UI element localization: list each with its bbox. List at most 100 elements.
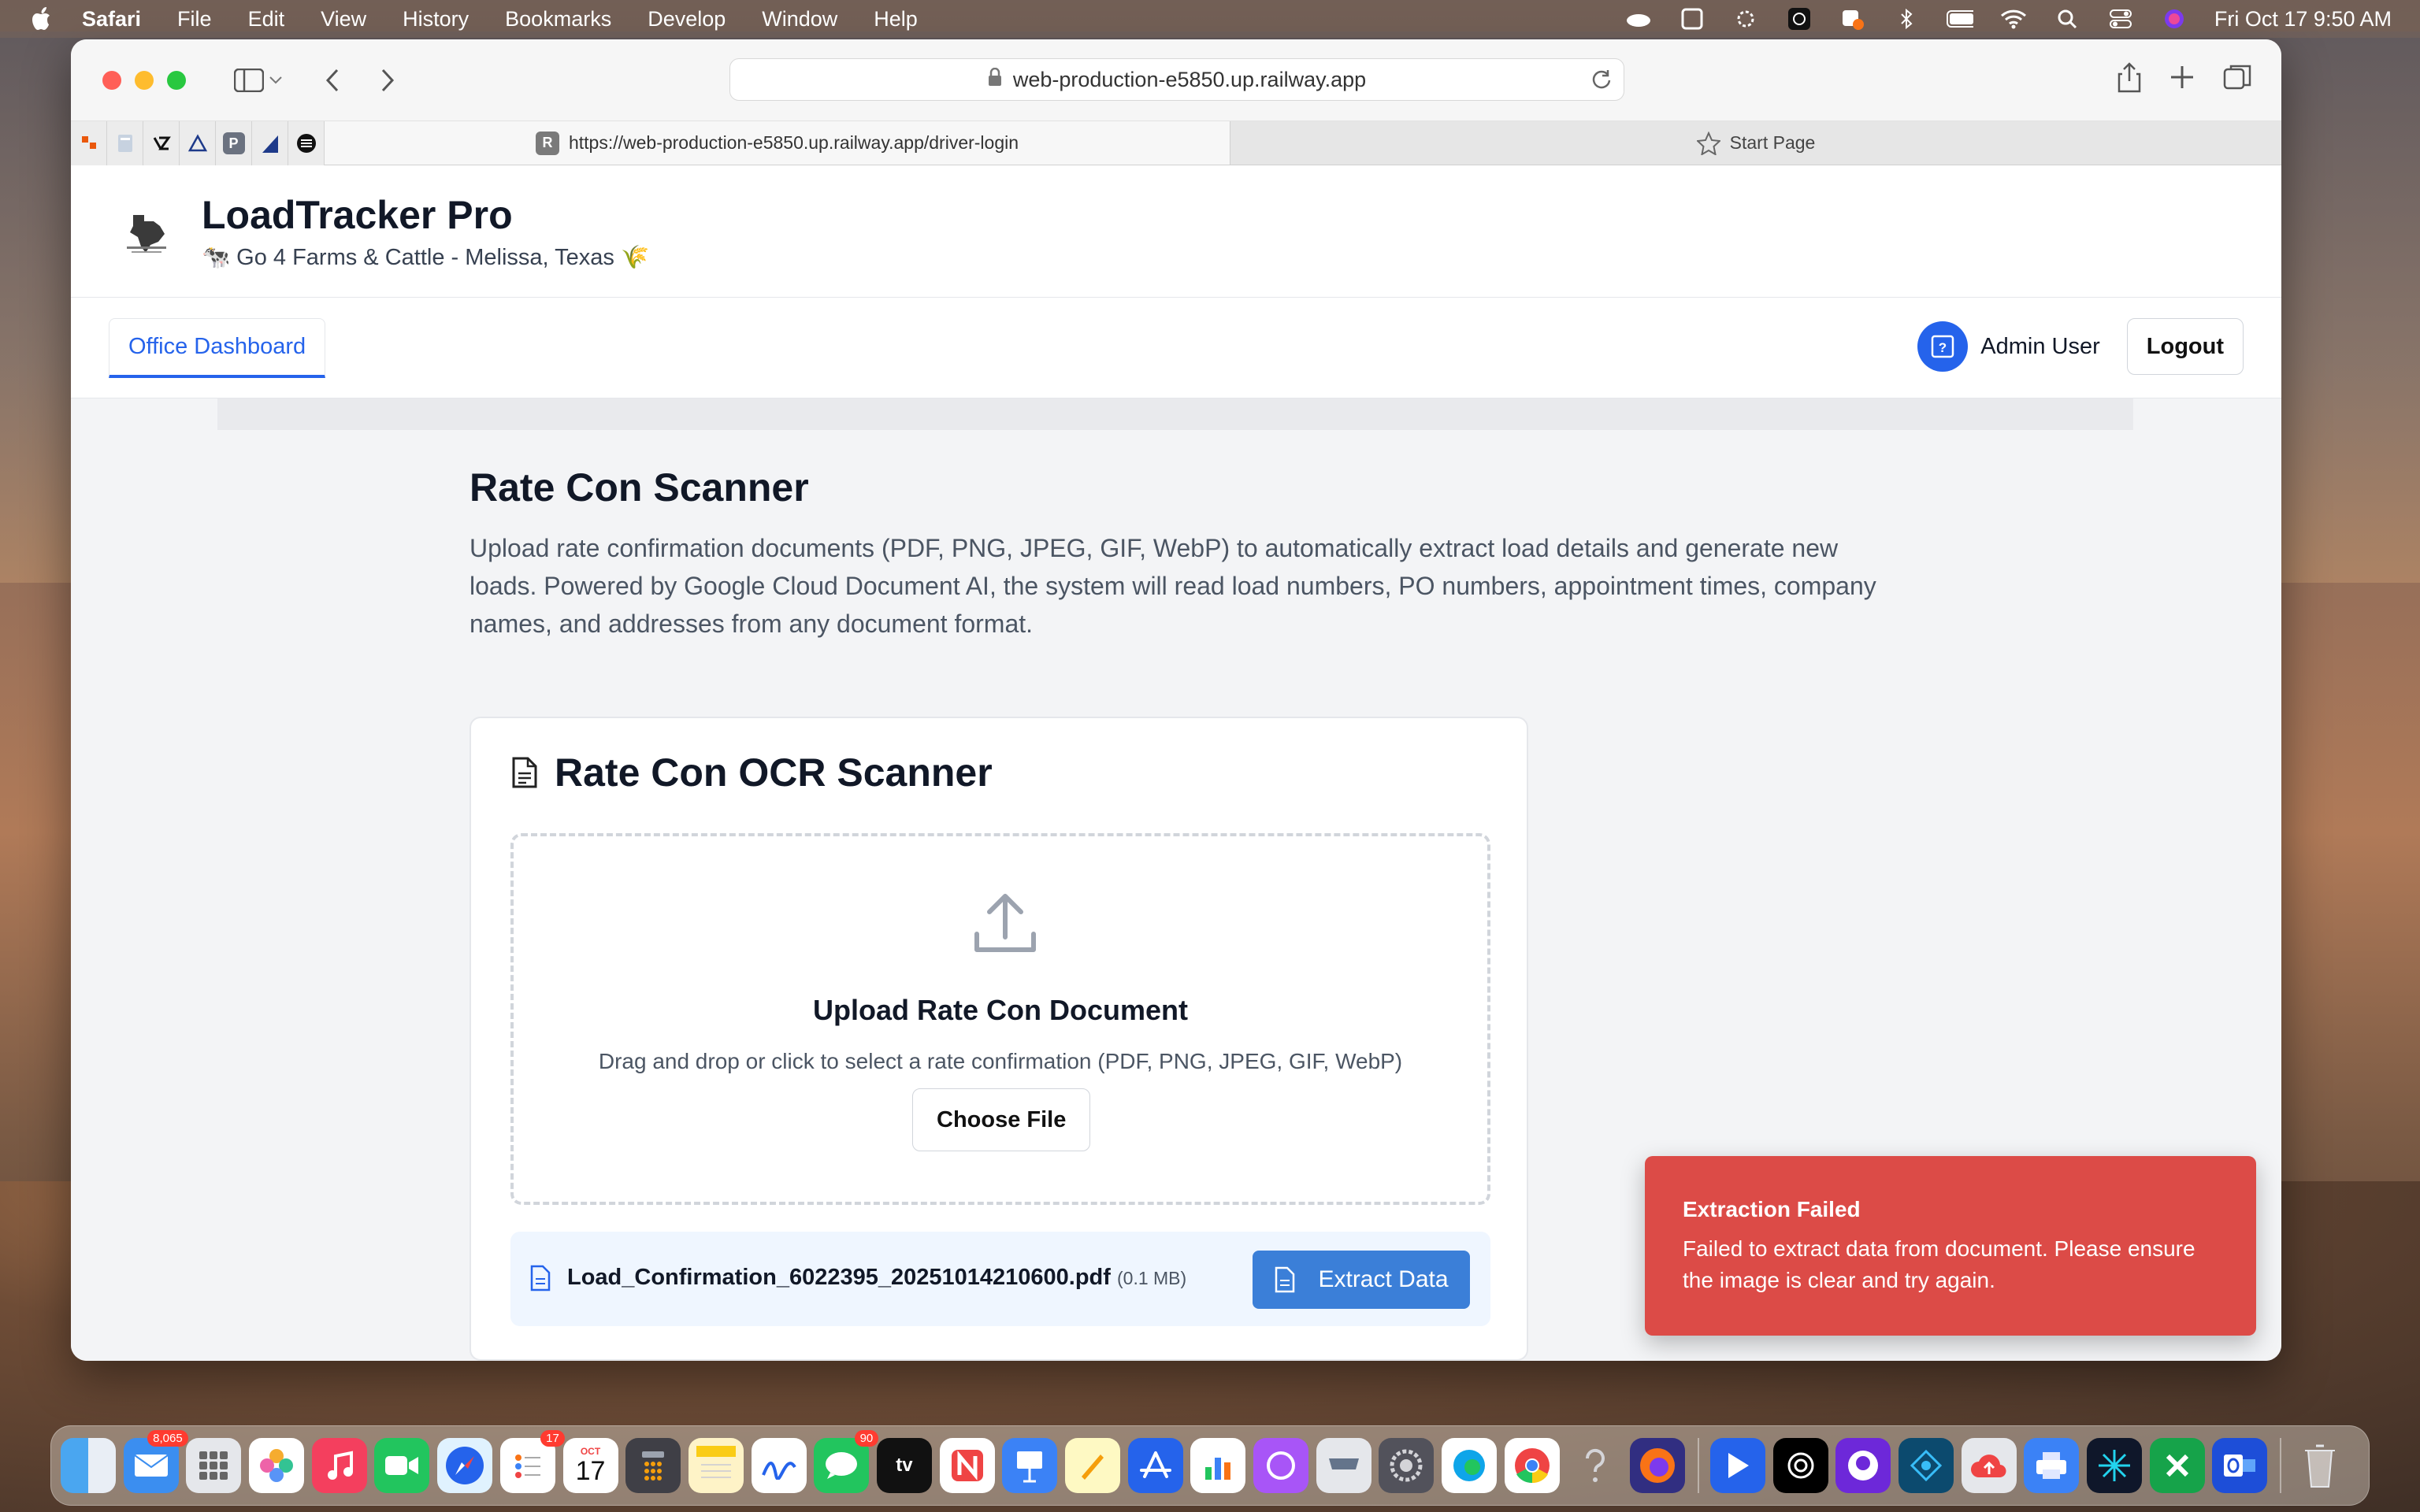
pinned-tab[interactable] xyxy=(143,121,180,165)
menu-help[interactable]: Help xyxy=(874,7,918,32)
dock-launchpad-icon[interactable] xyxy=(186,1438,242,1493)
pinned-tab[interactable] xyxy=(288,121,325,165)
dock-messages-icon[interactable]: 90 xyxy=(814,1430,879,1493)
dock-freeform-icon[interactable] xyxy=(751,1438,807,1493)
tab-driver-login[interactable]: R https://web-production-e5850.up.railwa… xyxy=(325,121,1230,165)
window-controls xyxy=(102,70,186,90)
menu-app-safari[interactable]: Safari xyxy=(82,7,141,32)
pinned-tabs: P xyxy=(71,121,325,165)
dock-separator xyxy=(2280,1438,2282,1493)
menu-history[interactable]: History xyxy=(403,7,469,32)
menubar-clock[interactable]: Fri Oct 17 9:50 AM xyxy=(2214,7,2392,32)
reload-icon[interactable] xyxy=(1590,69,1613,96)
choose-file-button[interactable]: Choose File xyxy=(912,1088,1091,1151)
dock-facetime-icon[interactable] xyxy=(374,1438,430,1493)
content-divider xyxy=(217,398,2133,430)
avatar[interactable]: ? xyxy=(1917,321,1969,372)
dock-safari-icon[interactable] xyxy=(437,1438,493,1493)
dock-music-icon[interactable] xyxy=(311,1438,367,1493)
forward-icon[interactable] xyxy=(370,63,405,98)
dock-chatgpt-icon[interactable] xyxy=(1772,1438,1828,1493)
upload-dropzone[interactable]: Upload Rate Con Document Drag and drop o… xyxy=(510,833,1490,1205)
back-icon[interactable] xyxy=(315,63,350,98)
app-status-icon[interactable] xyxy=(1839,8,1866,30)
battery-icon[interactable] xyxy=(1946,8,1973,30)
dock-outlook-icon[interactable] xyxy=(2212,1438,2268,1493)
extract-data-button[interactable]: Extract Data xyxy=(1253,1251,1470,1309)
dock-news-icon[interactable] xyxy=(939,1438,995,1493)
dock-app-icon[interactable] xyxy=(1253,1438,1309,1493)
dock-appstore-icon[interactable] xyxy=(1127,1438,1183,1493)
dock-github-icon[interactable] xyxy=(1835,1438,1891,1493)
dock-calculator-icon[interactable] xyxy=(625,1438,681,1493)
menu-bookmarks[interactable]: Bookmarks xyxy=(505,7,611,32)
dock-photos-icon[interactable] xyxy=(249,1438,305,1493)
pinned-tab[interactable] xyxy=(71,121,107,165)
tab-label: https://web-production-e5850.up.railway.… xyxy=(568,132,1019,153)
menu-edit[interactable]: Edit xyxy=(248,7,285,32)
cloud-icon[interactable] xyxy=(1625,8,1652,30)
wifi-icon[interactable] xyxy=(2000,8,2027,30)
outlook-status-icon[interactable] xyxy=(1679,8,1706,30)
dock-appletv-icon[interactable]: tv xyxy=(876,1438,932,1493)
dock-edge-icon[interactable] xyxy=(1442,1438,1498,1493)
dock-app-icon[interactable] xyxy=(1316,1438,1371,1493)
dock-finder-icon[interactable] xyxy=(61,1438,116,1493)
dock-app-icon[interactable] xyxy=(1898,1438,1954,1493)
chatgpt-status-icon[interactable] xyxy=(1786,8,1813,30)
apple-menu-icon[interactable] xyxy=(32,6,55,32)
pinned-tab[interactable]: P xyxy=(216,121,252,165)
pinned-tab[interactable] xyxy=(180,121,216,165)
toolbar-actions xyxy=(2116,61,2253,97)
dock-app-icon[interactable] xyxy=(1709,1438,1765,1493)
pinned-tab[interactable] xyxy=(107,121,143,165)
file-size: (0.1 MB) xyxy=(1117,1268,1187,1288)
dock-reminders-icon[interactable]: 17 xyxy=(499,1430,565,1493)
address-bar[interactable]: web-production-e5850.up.railway.app xyxy=(729,58,1624,101)
dock-trash-icon[interactable] xyxy=(2292,1438,2348,1493)
dock-question-icon[interactable] xyxy=(1568,1438,1623,1493)
dock-app-icon[interactable] xyxy=(2087,1438,2142,1493)
dock-printer-icon[interactable] xyxy=(2024,1438,2080,1493)
siri-icon[interactable] xyxy=(2161,8,2188,30)
dock-pages-icon[interactable] xyxy=(1065,1438,1120,1493)
tab-office-dashboard[interactable]: Office Dashboard xyxy=(109,317,326,378)
close-window-button[interactable] xyxy=(102,70,121,90)
error-toast[interactable]: Extraction Failed Failed to extract data… xyxy=(1645,1156,2256,1336)
minimize-window-button[interactable] xyxy=(135,70,154,90)
new-tab-icon[interactable] xyxy=(2166,61,2198,97)
card-title: Rate Con OCR Scanner xyxy=(510,750,993,795)
mail-badge: 8,065 xyxy=(147,1430,188,1447)
tab-start-page[interactable]: Start Page xyxy=(1230,121,2281,165)
dock-excel-icon[interactable] xyxy=(2149,1438,2205,1493)
menu-file[interactable]: File xyxy=(177,7,212,32)
tab-overview-icon[interactable] xyxy=(2221,61,2253,97)
spotlight-search-icon[interactable] xyxy=(2054,8,2080,30)
bluetooth-icon[interactable] xyxy=(1893,8,1920,30)
chevron-down-icon[interactable] xyxy=(266,63,285,98)
card-title-text: Rate Con OCR Scanner xyxy=(555,750,993,795)
file-name: Load_Confirmation_6022395_20251014210600… xyxy=(567,1265,1111,1290)
calendar-month: OCT xyxy=(580,1446,601,1457)
share-icon[interactable] xyxy=(2116,61,2143,97)
zoom-window-button[interactable] xyxy=(167,70,186,90)
dock-system-settings-icon[interactable] xyxy=(1379,1438,1435,1493)
menu-view[interactable]: View xyxy=(321,7,366,32)
dock-numbers-icon[interactable] xyxy=(1190,1438,1246,1493)
extract-label: Extract Data xyxy=(1318,1266,1449,1292)
dock-calendar-icon[interactable]: OCT 17 xyxy=(562,1438,618,1493)
dock-keynote-icon[interactable] xyxy=(1002,1438,1058,1493)
dock-chrome-icon[interactable] xyxy=(1504,1438,1560,1493)
dock-notes-icon[interactable] xyxy=(688,1438,744,1493)
control-center-icon[interactable] xyxy=(2107,8,2134,30)
gear-status-icon[interactable] xyxy=(1732,8,1759,30)
page-description: Upload rate confirmation documents (PDF,… xyxy=(470,534,1876,638)
logout-button[interactable]: Logout xyxy=(2126,318,2244,375)
dock-cloud-upload-icon[interactable] xyxy=(1961,1438,2017,1493)
menu-window[interactable]: Window xyxy=(762,7,837,32)
sidebar-toggle-icon[interactable] xyxy=(232,63,266,98)
menu-develop[interactable]: Develop xyxy=(648,7,726,32)
dock-firefox-icon[interactable] xyxy=(1630,1438,1686,1493)
dock-mail-icon[interactable]: 8,065 xyxy=(123,1430,188,1493)
pinned-tab[interactable] xyxy=(252,121,288,165)
